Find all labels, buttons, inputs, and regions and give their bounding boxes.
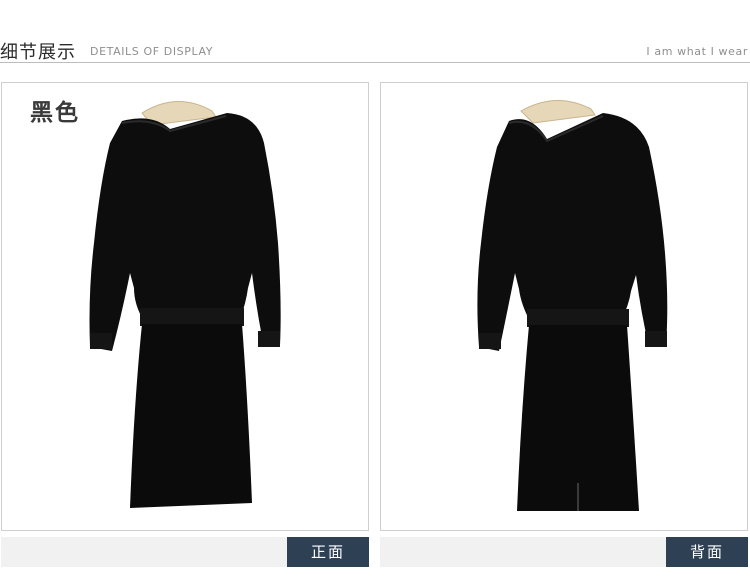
back-view-button[interactable]: 背面 xyxy=(666,537,748,567)
section-subtitle: DETAILS OF DISPLAY xyxy=(90,45,214,58)
front-view-button[interactable]: 正面 xyxy=(287,537,369,567)
front-dress-image xyxy=(89,101,281,508)
header-divider xyxy=(0,62,750,63)
back-view-panel xyxy=(380,82,748,531)
section-title: 细节展示 xyxy=(0,42,76,63)
front-view-panel: 黑色 xyxy=(1,82,369,531)
brand-tagline: I am what I wear xyxy=(646,45,748,58)
back-dress-image xyxy=(477,100,668,511)
page-header: 细节展示 DETAILS OF DISPLAY I am what I wear xyxy=(0,0,750,64)
